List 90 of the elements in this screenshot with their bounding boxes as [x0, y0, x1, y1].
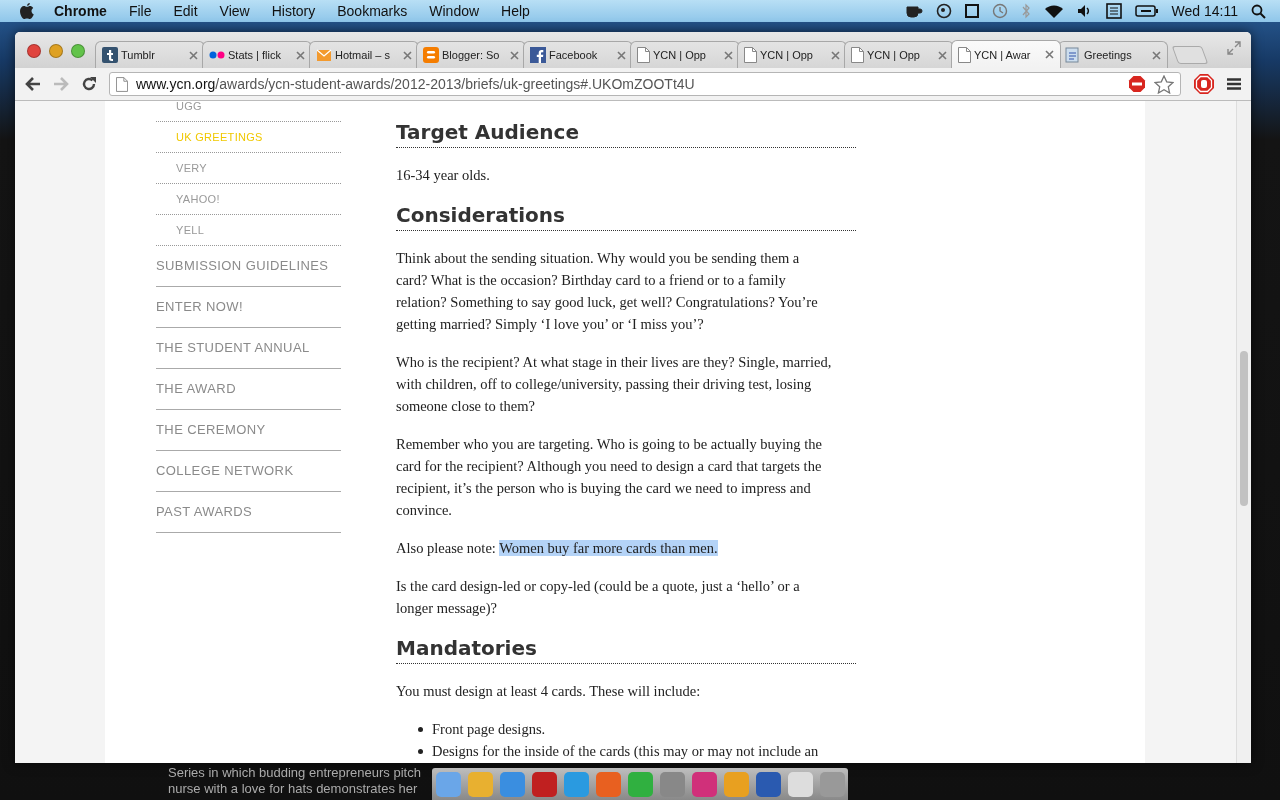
reload-icon[interactable]	[81, 76, 97, 92]
background-text: nurse with a love for hats demonstrates her	[168, 781, 419, 797]
close-icon[interactable]	[403, 50, 412, 60]
t-logo-icon	[102, 47, 118, 63]
f-logo-icon	[530, 47, 546, 63]
browser-tab[interactable]: Tumblr	[95, 41, 205, 68]
section-heading: Mandatories	[396, 635, 856, 664]
paragraph: Remember who you are targeting. Who is going to be actually buying the card for the recipient? Although you need to design a card that targets the recipient, it’s the person who is buying the card we need to impress and convince.	[396, 435, 823, 520]
browser-tab[interactable]: Greetings	[1058, 41, 1168, 68]
menu-item[interactable]: Edit	[173, 3, 198, 19]
app-icon[interactable]	[787, 771, 813, 797]
scrollbar-thumb[interactable]	[1240, 351, 1248, 506]
sidebar-item[interactable]: SUBMISSION GUIDELINES	[156, 246, 341, 287]
zoom-icon[interactable]	[71, 44, 85, 58]
page-icon	[958, 46, 971, 63]
sidebar-item[interactable]: PAST AWARDS	[156, 492, 341, 533]
close-icon[interactable]	[1152, 50, 1161, 60]
menu-item[interactable]: Window	[429, 3, 480, 19]
bullet-icon	[418, 726, 423, 732]
paragraph: Is the card design-led or copy-led (could be a quote, just a ‘hello’ or a longer message)?	[396, 577, 801, 618]
app-menu[interactable]: Chrome	[54, 3, 107, 19]
browser-tab[interactable]: YCN | Opp	[737, 41, 847, 68]
stop-sign-icon[interactable]	[1128, 75, 1146, 93]
menu-item[interactable]: View	[219, 3, 250, 19]
sidebar-item[interactable]: THE STUDENT ANNUAL	[156, 328, 341, 369]
browser-tab[interactable]: YCN | Opp	[630, 41, 740, 68]
clock-icon[interactable]	[991, 3, 1008, 19]
close-icon[interactable]	[724, 50, 733, 60]
menu-clock[interactable]: Wed 14:11	[1171, 3, 1238, 19]
app-icon[interactable]	[659, 771, 685, 797]
document-icon	[1065, 47, 1081, 63]
paragraph: Who is the recipient? At what stage in their lives are they? Single, married, with children, off to college/university, passing their driving test, losing someone close to them?	[396, 353, 833, 416]
browser-tab[interactable]: Facebook	[523, 41, 633, 68]
paragraph: Think about the sending situation. Why would you be sending them a card? What is the occasion? Birthday card to a friend or to a family relation? Something to say good luck, get well? Congratulations? You’re getting married? Simply ‘I love you’ or ‘I miss you’?	[396, 249, 819, 334]
section-heading: Target Audience	[396, 119, 856, 148]
app-icon[interactable]	[755, 771, 781, 797]
minimize-icon[interactable]	[49, 44, 63, 58]
page-icon	[744, 47, 757, 63]
new-tab-button[interactable]	[1171, 46, 1209, 64]
section-heading: Considerations	[396, 202, 856, 231]
app-icon[interactable]	[499, 771, 525, 797]
browser-tab[interactable]: Blogger: So	[416, 41, 526, 68]
browser-tab[interactable]: YCN | Opp	[844, 41, 954, 68]
menu-item[interactable]: File	[128, 3, 152, 19]
background-text: Series in which budding entrepreneurs pitch	[168, 765, 421, 781]
close-icon[interactable]	[938, 50, 947, 60]
bluetooth-icon[interactable]	[1020, 3, 1031, 19]
battery-icon[interactable]	[1134, 5, 1159, 17]
close-icon[interactable]	[189, 50, 198, 60]
envelope-icon	[316, 48, 332, 62]
close-icon[interactable]	[296, 50, 305, 60]
square-icon[interactable]	[964, 4, 979, 18]
close-icon[interactable]	[1045, 50, 1054, 59]
app-icon[interactable]	[691, 771, 717, 797]
page-icon	[637, 47, 650, 63]
browser-tab[interactable]: Hotmail – s	[309, 41, 419, 68]
paragraph: You must design at least 4 cards. These will include:	[396, 682, 702, 701]
close-icon[interactable]	[831, 50, 840, 60]
menu-item[interactable]: History	[271, 3, 316, 19]
forward-icon[interactable]	[53, 77, 69, 91]
back-icon[interactable]	[25, 77, 41, 91]
paragraph: Also please note: Women buy far more cards than men.	[396, 539, 719, 558]
cup-icon[interactable]	[904, 4, 923, 18]
address-field[interactable]: www.ycn.org/awards/ycn-student-awards/2012-2013/briefs/uk-greetings#.UKOmZOOTt4U	[109, 72, 1181, 96]
bullet-icon	[418, 748, 423, 754]
apple-icon[interactable]	[20, 3, 34, 19]
list-item: Designs for the inside of the cards (this may or may not include an	[432, 742, 819, 761]
sidebar-item[interactable]: COLLEGE NETWORK	[156, 451, 341, 492]
b-logo-icon	[423, 47, 439, 63]
close-icon[interactable]	[617, 50, 626, 60]
page-icon	[851, 47, 864, 63]
paragraph: 16-34 year olds.	[396, 166, 491, 185]
browser-tab[interactable]: Stats | flick	[202, 41, 312, 68]
page-icon	[116, 76, 128, 92]
wifi-icon[interactable]	[1043, 3, 1064, 19]
sidebar-item[interactable]: THE AWARD	[156, 369, 341, 410]
menu-icon[interactable]	[1227, 78, 1241, 90]
two-dots-icon	[209, 51, 225, 59]
star-icon[interactable]	[1154, 74, 1174, 94]
menu-item[interactable]: Help	[501, 3, 530, 19]
sidebar-item[interactable]: ENTER NOW!	[156, 287, 341, 328]
fullscreen-icon[interactable]	[1227, 41, 1241, 55]
search-icon[interactable]	[1251, 3, 1266, 19]
app-icon[interactable]	[531, 771, 557, 797]
close-icon[interactable]	[510, 50, 519, 60]
browser-tab[interactable]: YCN | Awar	[951, 40, 1061, 68]
menu-item[interactable]: Bookmarks	[337, 3, 408, 19]
list-item: Front page designs.	[432, 720, 546, 739]
sidebar-item[interactable]: THE CEREMONY	[156, 410, 341, 451]
app-icon[interactable]	[595, 771, 621, 797]
